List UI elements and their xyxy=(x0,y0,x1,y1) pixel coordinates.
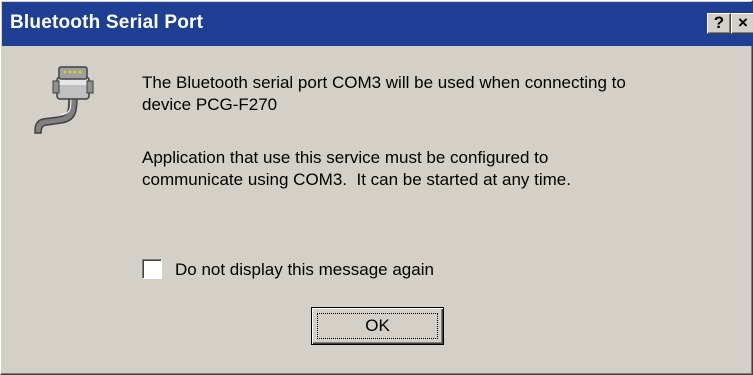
do-not-display-checkbox[interactable] xyxy=(142,259,162,279)
do-not-display-label[interactable]: Do not display this message again xyxy=(175,259,434,281)
title-bar[interactable]: Bluetooth Serial Port ? × xyxy=(2,2,753,46)
ok-button-label: OK xyxy=(365,316,390,335)
close-button[interactable]: × xyxy=(731,13,753,34)
help-button[interactable]: ? xyxy=(707,13,731,34)
message-line-2: Application that use this service must b… xyxy=(142,148,571,189)
serial-port-icon xyxy=(34,66,94,134)
window-title: Bluetooth Serial Port xyxy=(10,12,204,33)
message-line-1: The Bluetooth serial port COM3 will be u… xyxy=(142,73,626,114)
bluetooth-serial-port-dialog: Bluetooth Serial Port ? × The Bluetooth … xyxy=(0,0,753,375)
ok-button[interactable]: OK xyxy=(311,307,444,345)
